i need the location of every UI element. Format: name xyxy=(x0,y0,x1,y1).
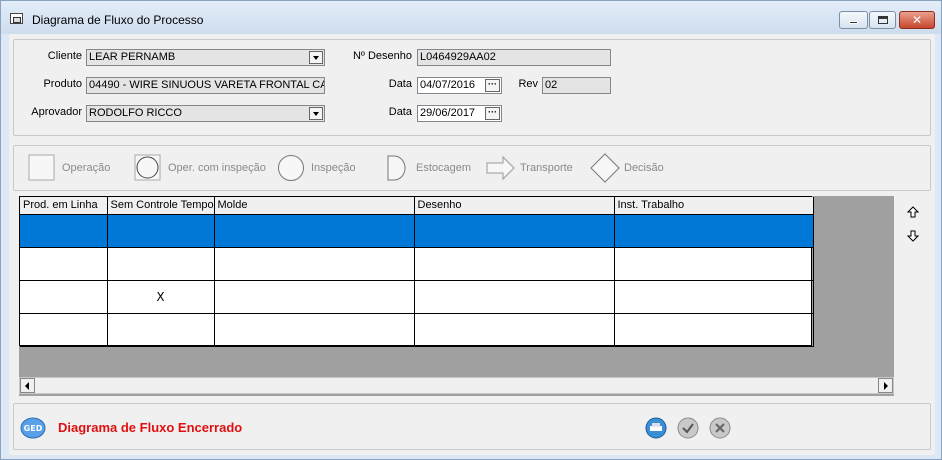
data-emissao-field[interactable]: 04/07/2016 ··· xyxy=(417,77,502,94)
table-cell[interactable] xyxy=(20,313,108,347)
scroll-right-icon[interactable] xyxy=(878,378,893,393)
close-icon: ✕ xyxy=(911,13,923,27)
column-header[interactable]: Prod. em Linha xyxy=(20,197,108,215)
confirm-icon[interactable] xyxy=(677,417,699,439)
table-cell[interactable] xyxy=(20,214,108,248)
arrow-right-icon xyxy=(486,155,515,181)
cliente-combo[interactable]: LEAR PERNAMB xyxy=(86,49,325,66)
table-cell[interactable] xyxy=(614,214,814,248)
aprovador-combo[interactable]: RODOLFO RICCO xyxy=(86,105,325,122)
data-emissao-label: Data xyxy=(388,78,412,90)
data-aprovacao-label: Data xyxy=(388,106,412,118)
grid-area: Prod. em Linha Sem Controle Tempo Molde … xyxy=(19,196,894,396)
legend-transporte: Transporte xyxy=(520,162,573,174)
column-header[interactable]: Sem Controle Tempo xyxy=(107,197,215,215)
chevron-down-icon[interactable] xyxy=(309,107,323,120)
legend-operacao: Operação xyxy=(62,162,111,174)
d-shape-icon xyxy=(387,155,406,181)
table-cell[interactable] xyxy=(614,247,814,281)
header-form: Cliente LEAR PERNAMB Produto 04490 - WIR… xyxy=(13,39,931,136)
table-cell[interactable] xyxy=(414,313,615,347)
table-row[interactable] xyxy=(20,214,814,248)
data-aprovacao-value: 29/06/2017 xyxy=(420,107,476,119)
square-icon xyxy=(28,154,55,181)
aprovador-label: Aprovador xyxy=(31,106,82,118)
aprovador-value: RODOLFO RICCO xyxy=(89,107,182,119)
desenho-field[interactable]: L0464929AA02 xyxy=(417,49,611,66)
table-cell[interactable] xyxy=(214,214,415,248)
table-cell[interactable] xyxy=(20,247,108,281)
move-down-icon[interactable] xyxy=(907,230,919,242)
table-cell[interactable] xyxy=(107,247,215,281)
title-bar[interactable]: Diagrama de Fluxo do Processo ✕ xyxy=(1,1,941,34)
data-emissao-value: 04/07/2016 xyxy=(420,79,476,91)
diamond-icon xyxy=(590,153,620,183)
table-row[interactable] xyxy=(20,247,814,281)
table-cell[interactable] xyxy=(20,280,108,314)
desenho-label: Nº Desenho xyxy=(352,50,412,62)
close-button[interactable]: ✕ xyxy=(899,11,935,29)
maximize-button[interactable] xyxy=(869,11,896,29)
cliente-label: Cliente xyxy=(47,50,82,62)
desenho-value: L0464929AA02 xyxy=(420,51,496,63)
ged-label: GED xyxy=(24,424,43,433)
produto-label: Produto xyxy=(43,78,82,90)
minimize-icon xyxy=(849,21,858,24)
column-header[interactable]: Inst. Trabalho xyxy=(614,197,814,215)
produto-field[interactable]: 04490 - WIRE SINUOUS VARETA FRONTAL CA xyxy=(86,77,325,94)
table-cell[interactable]: X xyxy=(107,280,215,314)
table-cell[interactable] xyxy=(214,280,415,314)
table-cell[interactable] xyxy=(414,280,615,314)
column-header[interactable]: Desenho xyxy=(414,197,615,215)
legend-estocagem: Estocagem xyxy=(416,162,472,174)
window-app-icon xyxy=(10,13,23,24)
scroll-left-icon[interactable] xyxy=(20,378,35,393)
circle-in-square-icon xyxy=(134,154,161,181)
rev-value: 02 xyxy=(545,79,558,91)
legend-decisao: Decisão xyxy=(624,162,664,174)
maximize-icon xyxy=(878,16,888,24)
ged-icon[interactable]: GED xyxy=(20,417,46,439)
rev-field[interactable]: 02 xyxy=(542,77,611,94)
table-cell[interactable] xyxy=(214,247,415,281)
ellipsis-icon[interactable]: ··· xyxy=(485,107,500,120)
table-cell[interactable] xyxy=(414,247,615,281)
table-cell[interactable] xyxy=(614,313,814,347)
main-window: Diagrama de Fluxo do Processo ✕ Cliente … xyxy=(0,0,942,460)
chevron-down-icon[interactable] xyxy=(309,51,323,64)
table-cell[interactable] xyxy=(107,313,215,347)
circle-icon xyxy=(278,155,304,181)
table-cell[interactable] xyxy=(107,214,215,248)
move-up-icon[interactable] xyxy=(907,206,919,218)
cancel-icon[interactable] xyxy=(709,417,731,439)
table-row[interactable]: X xyxy=(20,280,814,314)
print-icon[interactable] xyxy=(645,417,667,439)
status-message: Diagrama de Fluxo Encerrado xyxy=(58,420,243,435)
client-area: Cliente LEAR PERNAMB Produto 04490 - WIR… xyxy=(9,34,935,455)
table-cell[interactable] xyxy=(614,280,814,314)
minimize-button[interactable] xyxy=(839,11,868,29)
legend-oper-inspecao: Oper. com inspeção xyxy=(168,162,266,174)
flow-grid[interactable]: Prod. em Linha Sem Controle Tempo Molde … xyxy=(19,196,814,347)
table-row[interactable] xyxy=(20,313,814,347)
grid-header-row: Prod. em Linha Sem Controle Tempo Molde … xyxy=(20,197,814,215)
data-aprovacao-field[interactable]: 29/06/2017 ··· xyxy=(417,105,502,122)
window-title: Diagrama de Fluxo do Processo xyxy=(32,13,204,27)
rev-label: Rev xyxy=(518,78,538,90)
legend-inspecao: Inspeção xyxy=(311,162,356,174)
table-cell[interactable] xyxy=(214,313,415,347)
horizontal-scrollbar[interactable] xyxy=(19,377,894,394)
table-cell[interactable] xyxy=(414,214,615,248)
ellipsis-icon[interactable]: ··· xyxy=(485,79,500,92)
column-header[interactable]: Molde xyxy=(214,197,415,215)
cliente-value: LEAR PERNAMB xyxy=(89,51,176,63)
symbol-legend: Operação Oper. com inspeção Inspeção Est… xyxy=(13,145,931,191)
produto-value: 04490 - WIRE SINUOUS VARETA FRONTAL CA xyxy=(89,79,325,91)
